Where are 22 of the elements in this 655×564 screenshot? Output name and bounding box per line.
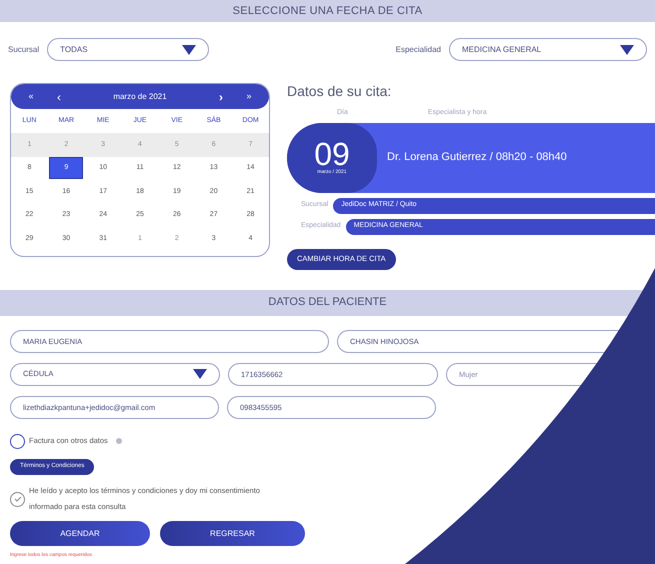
month-title: marzo de 2021 (112, 90, 168, 102)
action-button[interactable]: REGRESAR (160, 521, 305, 546)
check-icon (14, 496, 22, 502)
dropdown-caret-icon (620, 44, 634, 54)
info-icon (116, 438, 122, 444)
dropdown-caret-icon (182, 44, 196, 54)
previous-month-button[interactable]: ‹ (51, 88, 67, 106)
filter-label: Sucursal (8, 44, 40, 56)
action-button[interactable]: AGENDAR (10, 521, 150, 546)
last-page-button[interactable]: » (241, 90, 257, 104)
dropdown-field[interactable]: MEDICINA GENERAL (449, 38, 647, 61)
filter-label: Especialidad (396, 44, 441, 56)
section-header: SELECCIONE UNA FECHA DE CITA (0, 0, 655, 22)
appointment-summary-title: Datos de su cita: (287, 82, 392, 101)
day-number: 09 (314, 138, 350, 169)
dropdown-field[interactable]: TODAS (47, 38, 210, 61)
first-page-button[interactable]: « (23, 90, 39, 104)
checkbox[interactable] (10, 492, 25, 506)
next-month-button[interactable]: › (213, 88, 229, 106)
dropdown-caret-icon (193, 369, 207, 379)
radio-button[interactable] (10, 434, 25, 448)
specialist-time: Dr. Lorena Gutierrez / 08h20 - 08h40 (387, 150, 567, 166)
